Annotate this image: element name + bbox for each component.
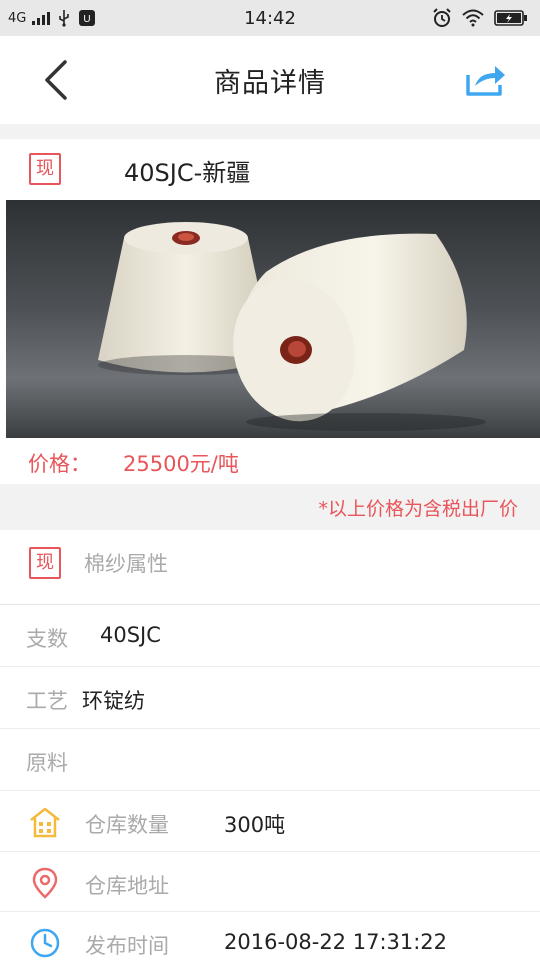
price-label: 价格： — [28, 452, 91, 476]
price-value: 25500元/吨 — [123, 452, 239, 476]
publish-time-value: 2016-08-22 17:31:22 — [224, 930, 448, 954]
warehouse-qty-row: 仓库数量 300吨 — [0, 791, 540, 852]
section-divider — [0, 124, 540, 139]
battery-icon — [494, 10, 527, 26]
warehouse-address-row: 仓库地址 — [0, 852, 540, 912]
publish-time-row: 发布时间 2016-08-22 17:31:22 — [0, 912, 540, 960]
attribute-label: 原料 — [26, 751, 68, 775]
attribute-value: 环锭纺 — [82, 689, 145, 713]
page-title: 商品详情 — [214, 67, 326, 99]
attribute-row-material: 原料 — [0, 729, 540, 791]
clock-icon — [30, 928, 60, 958]
warehouse-qty-value: 300吨 — [224, 813, 286, 837]
alarm-icon — [433, 8, 451, 27]
product-title-row: 现 40SJC-新疆 — [0, 139, 540, 199]
attributes-title: 棉纱属性 — [84, 552, 168, 576]
share-button[interactable] — [460, 56, 512, 104]
warehouse-qty-label: 仓库数量 — [85, 813, 169, 837]
attribute-value: 40SJC — [100, 623, 161, 647]
share-icon — [466, 66, 505, 96]
publish-time-label: 发布时间 — [85, 934, 169, 958]
attribute-label: 工艺 — [26, 689, 68, 713]
spot-tag: 现 — [29, 153, 61, 185]
chevron-left-icon — [45, 60, 67, 100]
warehouse-icon — [30, 807, 60, 838]
status-bar: 4G U 14:42 — [0, 0, 540, 36]
status-right — [432, 0, 528, 36]
price-note-row: *以上价格为含税出厂价 — [0, 484, 540, 530]
app-header: 商品详情 — [0, 36, 540, 124]
warehouse-address-label: 仓库地址 — [85, 874, 169, 898]
attributes-header: 现 棉纱属性 — [0, 530, 540, 605]
attribute-row-process: 工艺 环锭纺 — [0, 667, 540, 729]
back-button[interactable] — [30, 54, 82, 106]
product-image — [6, 200, 540, 438]
attribute-label: 支数 — [26, 627, 68, 651]
product-name: 40SJC-新疆 — [124, 159, 251, 187]
wifi-icon — [462, 9, 484, 27]
attribute-row-count: 支数 40SJC — [0, 605, 540, 667]
price-row: 价格： 25500元/吨 — [0, 438, 540, 484]
price-note: *以上价格为含税出厂价 — [318, 498, 518, 520]
location-pin-icon — [32, 867, 58, 899]
spot-tag: 现 — [29, 547, 61, 579]
